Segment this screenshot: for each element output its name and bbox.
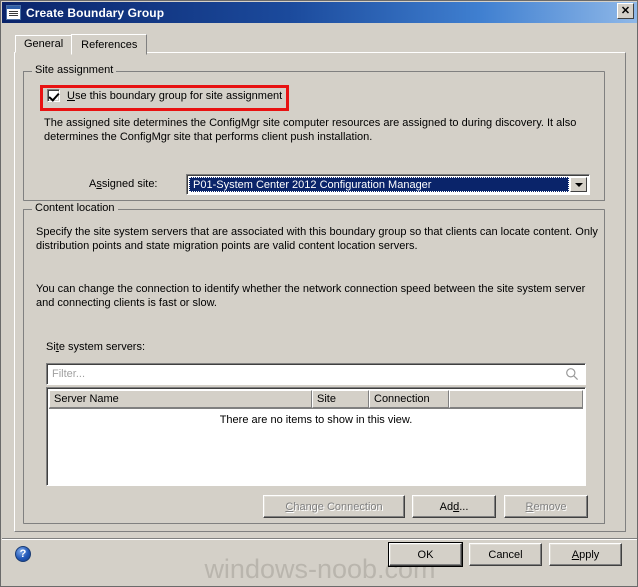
window-title: Create Boundary Group — [26, 5, 165, 20]
chevron-down-icon[interactable] — [570, 177, 587, 192]
add-prefix: Ad — [439, 500, 454, 513]
add-button[interactable]: Ad d... — [412, 495, 496, 518]
content-location-description-1: Specify the site system servers that are… — [36, 226, 598, 252]
assigned-site-value[interactable]: P01-System Center 2012 Configuration Man… — [189, 177, 569, 192]
checkbox-label: Use this boundary group for site assignm… — [67, 90, 282, 102]
list-header-row: Server Name Site Connection — [49, 390, 583, 409]
checkbox-box[interactable] — [47, 89, 60, 102]
apply-rest: pply — [579, 548, 600, 561]
footer-separator — [2, 538, 637, 540]
site-system-servers-label: Site system servers: — [46, 341, 145, 353]
content-location-description-2: You can change the connection to identif… — [36, 283, 586, 309]
ok-button[interactable]: OK — [388, 542, 463, 567]
ok-prefix: OK — [417, 548, 434, 561]
search-icon[interactable] — [565, 367, 579, 381]
assigned-site-label-rest: signed site: — [101, 178, 158, 190]
servers-label-rest: e system servers: — [58, 341, 146, 353]
title-bar: Create Boundary Group — [2, 2, 637, 23]
cancel-prefix: Cancel — [488, 548, 523, 561]
column-header-filler[interactable] — [449, 390, 583, 408]
filter-input[interactable] — [47, 366, 565, 382]
use-for-site-assignment-checkbox[interactable]: Use this boundary group for site assignm… — [47, 89, 282, 102]
change-connection-button[interactable]: Change Connection — [263, 495, 405, 518]
remove-button[interactable]: Remove — [504, 495, 588, 518]
window-document-icon — [6, 5, 21, 20]
create-boundary-group-dialog: Create Boundary Group ✕ General Referenc… — [0, 0, 638, 587]
assigned-site-label: Assigned site: — [89, 178, 158, 190]
remove-accel: R — [525, 500, 534, 513]
checkbox-accel: U — [67, 89, 75, 102]
watermark: windows-noob.com — [204, 554, 436, 584]
column-header-server-name[interactable]: Server Name — [49, 390, 312, 408]
checkbox-label-rest: se this boundary group for site assignme… — [74, 89, 283, 102]
filter-box[interactable] — [46, 363, 586, 385]
site-assignment-caption: Site assignment — [32, 65, 117, 76]
close-icon[interactable]: ✕ — [617, 3, 634, 19]
column-header-connection[interactable]: Connection — [369, 390, 449, 408]
assigned-site-dropdown[interactable]: P01-System Center 2012 Configuration Man… — [186, 174, 590, 195]
column-header-site[interactable]: Site — [312, 390, 369, 408]
site-system-servers-list[interactable]: Server Name Site Connection There are no… — [46, 387, 586, 486]
tab-general[interactable]: General — [15, 35, 73, 53]
tab-references[interactable]: References — [71, 34, 148, 55]
tab-strip: General References — [15, 33, 148, 55]
apply-accel: A — [571, 548, 580, 561]
site-assignment-description: The assigned site determines the ConfigM… — [44, 117, 577, 143]
content-location-caption: Content location — [32, 203, 118, 214]
list-empty-message: There are no items to show in this view. — [219, 414, 413, 426]
change-connection-rest: hange Connection — [293, 500, 383, 513]
apply-button[interactable]: Apply — [549, 543, 622, 566]
help-icon[interactable]: ? — [15, 546, 31, 562]
add-rest: ... — [459, 500, 469, 513]
cancel-button[interactable]: Cancel — [469, 543, 542, 566]
servers-label-prefix: Si — [46, 341, 56, 353]
change-connection-accel: C — [285, 500, 294, 513]
remove-rest: emove — [533, 500, 567, 513]
